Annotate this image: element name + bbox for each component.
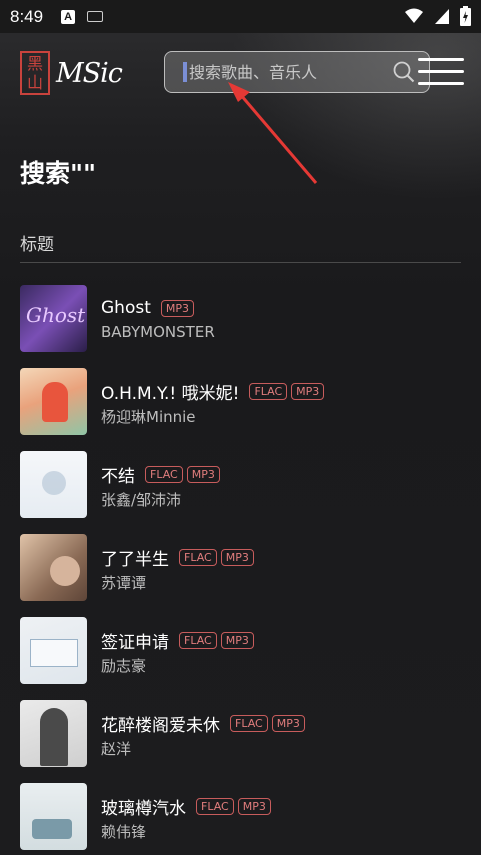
cover-art: [32, 819, 72, 839]
song-info: 了了半生 FLAC MP3 苏谭谭: [101, 534, 258, 593]
search-bar[interactable]: [164, 51, 430, 93]
song-title: 签证申请: [101, 632, 169, 653]
menu-line: [418, 82, 464, 85]
format-badge: FLAC: [230, 714, 268, 732]
song-artist: 张鑫/邹沛沛: [101, 491, 182, 509]
signal-icon: [435, 9, 449, 24]
song-title: 不结: [101, 466, 135, 487]
status-bar: 8:49 A: [0, 0, 481, 33]
title-line: O.H.M.Y.! 哦米妮! FLAC MP3: [101, 380, 328, 404]
song-item[interactable]: Ghost Ghost MP3 BABYMONSTER: [20, 285, 461, 368]
search-input[interactable]: [189, 62, 389, 82]
song-info: 不结 FLAC MP3 张鑫/邹沛沛: [101, 451, 224, 510]
text-cursor: [183, 62, 187, 82]
cover-art: [50, 556, 80, 586]
song-title: O.H.M.Y.! 哦米妮!: [101, 383, 240, 404]
song-info: Ghost MP3 BABYMONSTER: [101, 285, 215, 341]
song-item[interactable]: 签证申请 FLAC MP3 励志豪: [20, 617, 461, 700]
format-badge: FLAC: [179, 548, 217, 566]
status-time: 8:49: [10, 6, 44, 26]
format-badge: MP3: [186, 465, 220, 483]
song-info: 玻璃樽汽水 FLAC MP3 赖伟锋: [101, 783, 275, 842]
song-list: Ghost Ghost MP3 BABYMONSTER O.H.M.Y.! 哦米…: [20, 285, 461, 855]
cover-art: [30, 639, 78, 667]
section-label: 标题: [20, 235, 54, 255]
format-badge: FLAC: [249, 382, 288, 400]
logo-seal-bottom: 山: [26, 73, 43, 92]
cover-art: Ghost: [26, 303, 86, 327]
divider: [20, 262, 461, 263]
app-notification-icon: A: [61, 9, 76, 24]
song-artist: BABYMONSTER: [101, 323, 215, 341]
album-cover: Ghost: [20, 285, 87, 352]
search-icon[interactable]: [393, 61, 415, 83]
album-cover: [20, 534, 87, 601]
title-line: 了了半生 FLAC MP3: [101, 546, 258, 570]
song-artist: 赖伟锋: [101, 823, 147, 841]
format-badge: FLAC: [179, 631, 217, 649]
album-cover: [20, 368, 87, 435]
song-artist: 励志豪: [101, 657, 147, 675]
song-artist: 赵洋: [101, 740, 132, 758]
song-artist: 杨迎琳Minnie: [101, 408, 196, 426]
menu-line: [418, 70, 464, 73]
format-badge: FLAC: [145, 465, 183, 483]
format-badge: MP3: [220, 631, 254, 649]
format-badge: MP3: [237, 797, 271, 815]
menu-line: [418, 58, 464, 61]
album-cover: [20, 700, 87, 767]
format-badge: FLAC: [196, 797, 234, 815]
song-info: 花醉楼阁爱未休 FLAC MP3 赵洋: [101, 700, 309, 759]
song-title: 花醉楼阁爱未休: [101, 715, 220, 736]
title-line: 不结 FLAC MP3: [101, 463, 224, 487]
page-title: 搜索"": [20, 159, 97, 188]
album-cover: [20, 451, 87, 518]
song-item[interactable]: 不结 FLAC MP3 张鑫/邹沛沛: [20, 451, 461, 534]
title-line: 玻璃樽汽水 FLAC MP3: [101, 795, 275, 819]
cover-art: [40, 708, 68, 766]
hamburger-menu-icon[interactable]: [418, 58, 464, 90]
cover-art: [42, 471, 66, 495]
format-badge: MP3: [160, 299, 194, 317]
header-glow: [230, 20, 481, 200]
format-badge: MP3: [291, 382, 325, 400]
logo-seal-top: 黑: [26, 54, 43, 73]
title-line: 签证申请 FLAC MP3: [101, 629, 258, 653]
song-artist: 苏谭谭: [101, 574, 147, 592]
album-cover: [20, 617, 87, 684]
song-info: O.H.M.Y.! 哦米妮! FLAC MP3 杨迎琳Minnie: [101, 368, 328, 427]
song-item[interactable]: 了了半生 FLAC MP3 苏谭谭: [20, 534, 461, 617]
app-logo[interactable]: 黑 山 MSic: [20, 50, 123, 96]
song-info: 签证申请 FLAC MP3 励志豪: [101, 617, 258, 676]
wifi-icon: [405, 8, 423, 23]
format-badge: MP3: [220, 548, 254, 566]
song-title: 了了半生: [101, 549, 169, 570]
logo-wordmark: MSic: [56, 57, 123, 89]
song-item[interactable]: 花醉楼阁爱未休 FLAC MP3 赵洋: [20, 700, 461, 783]
status-icons: [404, 6, 471, 26]
song-title: 玻璃樽汽水: [101, 798, 186, 819]
format-badge: MP3: [271, 714, 305, 732]
battery-icon: [460, 6, 471, 26]
title-line: Ghost MP3: [101, 297, 215, 319]
song-item[interactable]: O.H.M.Y.! 哦米妮! FLAC MP3 杨迎琳Minnie: [20, 368, 461, 451]
keyboard-icon: [87, 11, 104, 22]
title-line: 花醉楼阁爱未休 FLAC MP3: [101, 712, 309, 736]
song-title: Ghost: [101, 298, 151, 318]
song-item[interactable]: 玻璃樽汽水 FLAC MP3 赖伟锋: [20, 783, 461, 855]
album-cover: [20, 783, 87, 850]
logo-seal: 黑 山: [20, 51, 50, 95]
cover-art: [42, 382, 68, 422]
